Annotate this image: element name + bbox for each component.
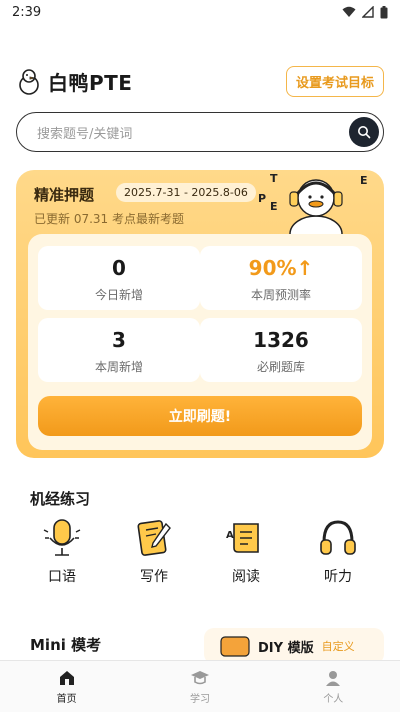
promo-date-range: 2025.7-31 - 2025.8-06 bbox=[116, 183, 256, 202]
practice-writing[interactable]: 写作 bbox=[119, 516, 189, 588]
duck-logo-icon bbox=[19, 69, 39, 95]
search-bar[interactable]: 搜索题号/关键词 bbox=[16, 112, 384, 152]
stat-label: 本周新增 bbox=[94, 360, 143, 374]
diy-template-card[interactable]: DIY 模版 自定义 bbox=[204, 628, 384, 664]
tab-label: 首页 bbox=[56, 693, 77, 705]
status-icons bbox=[342, 5, 388, 19]
microphone-icon bbox=[43, 519, 81, 556]
reading-icon: A bbox=[226, 523, 259, 553]
promo-title: 精准押题 bbox=[34, 186, 95, 204]
practice-speaking[interactable]: 口语 bbox=[27, 516, 97, 588]
duck-headphones-illustration: P T E E bbox=[258, 172, 368, 244]
app-header: 白鸭PTE 设置考试目标 bbox=[16, 62, 384, 100]
user-icon bbox=[326, 670, 341, 686]
app-title: 白鸭PTE bbox=[48, 70, 133, 95]
diy-title: DIY 模版 bbox=[258, 640, 314, 656]
tab-home[interactable]: 首页 bbox=[0, 661, 133, 712]
stats-panel: 0 今日新增 90%↑ 本周预测率 3 本周新增 1326 必刷题库 立即刷题! bbox=[28, 234, 372, 450]
mini-mock-section-title: Mini 模考 bbox=[30, 636, 102, 654]
search-button[interactable] bbox=[349, 117, 379, 147]
practice-label: 口语 bbox=[48, 569, 76, 585]
battery-icon bbox=[380, 5, 388, 18]
practice-label: 听力 bbox=[324, 569, 352, 585]
practice-listening[interactable]: 听力 bbox=[303, 516, 373, 588]
stat-value: 0 bbox=[112, 256, 126, 280]
stat-label: 必刷题库 bbox=[256, 360, 305, 374]
practice-section-title: 机经练习 bbox=[30, 490, 91, 508]
stat-must-practice-bank: 1326 必刷题库 bbox=[200, 318, 362, 382]
graduation-cap-icon bbox=[190, 670, 209, 684]
stat-value: 3 bbox=[112, 328, 126, 352]
search-icon bbox=[358, 126, 371, 139]
promo-updated-note: 已更新 07.31 考点最新考题 bbox=[34, 212, 184, 226]
tab-label: 个人 bbox=[323, 693, 344, 705]
practice-label: 阅读 bbox=[232, 569, 260, 585]
svg-text:A: A bbox=[226, 530, 234, 541]
stat-value: 1326 bbox=[253, 328, 309, 352]
svg-text:T: T bbox=[270, 172, 278, 185]
start-practice-button[interactable]: 立即刷题! bbox=[38, 396, 362, 436]
writing-icon bbox=[137, 520, 171, 556]
practice-reading[interactable]: A 阅读 bbox=[211, 516, 281, 588]
svg-text:E: E bbox=[270, 200, 278, 213]
stat-label: 本周预测率 bbox=[250, 288, 311, 302]
brand: 白鸭PTE bbox=[16, 67, 132, 96]
stat-label: 今日新增 bbox=[94, 288, 143, 302]
set-exam-goal-button[interactable]: 设置考试目标 bbox=[285, 65, 384, 97]
prediction-card[interactable]: 精准押题 2025.7-31 - 2025.8-06 已更新 07.31 考点最… bbox=[16, 170, 384, 458]
home-icon bbox=[59, 670, 74, 685]
wifi-icon bbox=[342, 6, 356, 17]
signal-icon bbox=[362, 6, 374, 18]
tab-profile[interactable]: 个人 bbox=[267, 661, 400, 712]
diy-badge-icon bbox=[220, 636, 250, 657]
stat-today-new: 0 今日新增 bbox=[38, 246, 200, 310]
status-time: 2:39 bbox=[12, 4, 42, 20]
headphones-icon bbox=[320, 520, 356, 555]
practice-label: 写作 bbox=[140, 569, 168, 585]
svg-text:P: P bbox=[258, 192, 266, 205]
stat-weekly-prediction-rate: 90%↑ 本周预测率 bbox=[200, 246, 362, 310]
stat-value: 90%↑ bbox=[248, 256, 314, 280]
bottom-tab-bar: 首页 学习 个人 bbox=[0, 660, 400, 712]
practice-grid: 口语 写作 A 阅读 听力 bbox=[16, 516, 384, 588]
tab-label: 学习 bbox=[189, 693, 210, 705]
svg-text:E: E bbox=[360, 174, 368, 187]
search-input[interactable]: 搜索题号/关键词 bbox=[37, 123, 132, 142]
stat-weekly-new: 3 本周新增 bbox=[38, 318, 200, 382]
tab-study[interactable]: 学习 bbox=[133, 661, 266, 712]
status-bar: 2:39 bbox=[0, 0, 400, 24]
diy-tag: 自定义 bbox=[321, 640, 355, 653]
